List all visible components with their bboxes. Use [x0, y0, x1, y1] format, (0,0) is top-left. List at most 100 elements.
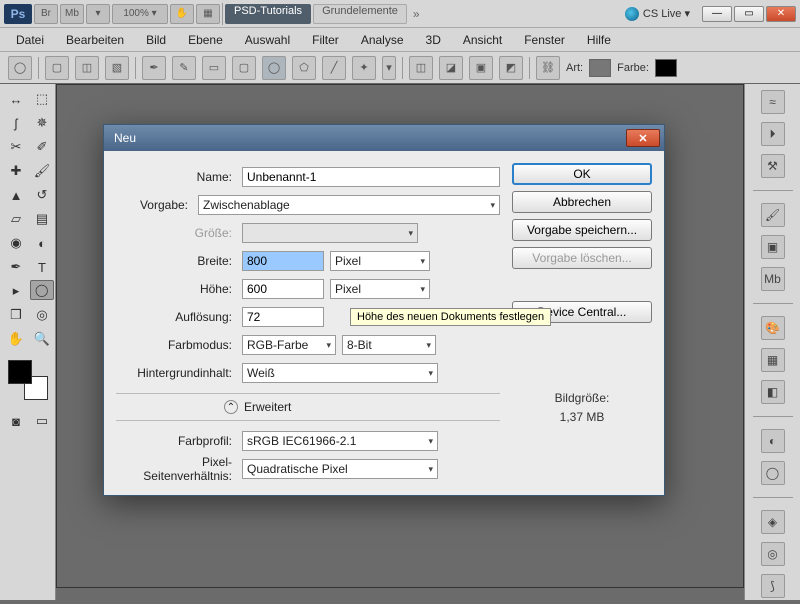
hand-tool-icon[interactable]: ✋: [4, 328, 28, 350]
combine-excl-icon[interactable]: ◩: [499, 56, 523, 80]
arrange-icon[interactable]: ▦: [196, 4, 220, 24]
brush-tool-icon[interactable]: 🖌: [30, 160, 54, 182]
shape-tool-icon[interactable]: ◯: [30, 280, 54, 300]
zoom-selector[interactable]: 100% ▾: [112, 4, 168, 24]
marquee-tool-icon[interactable]: ⬚: [30, 88, 54, 110]
type-tool-icon[interactable]: T: [30, 256, 54, 278]
history-panel-icon[interactable]: ≈: [761, 90, 785, 114]
adjust-panel-icon[interactable]: ◐: [761, 429, 785, 453]
menu-filter[interactable]: Filter: [302, 31, 349, 49]
wand-tool-icon[interactable]: ✵: [30, 112, 54, 134]
workspace-tab-grund[interactable]: Grundelemente: [313, 4, 407, 24]
swatches-panel-icon[interactable]: ▦: [761, 348, 785, 372]
freeform-pen-icon[interactable]: ✎: [172, 56, 196, 80]
bit-select[interactable]: 8-Bit▾: [342, 335, 436, 355]
history-brush-icon[interactable]: ↺: [30, 184, 54, 206]
bridge-icon[interactable]: Br: [34, 4, 58, 24]
aufloesung-input[interactable]: [242, 307, 324, 327]
gradient-tool-icon[interactable]: ▤: [30, 208, 54, 230]
dodge-tool-icon[interactable]: ◐: [30, 232, 54, 254]
fgbg-swatch[interactable]: [8, 360, 48, 400]
eraser-tool-icon[interactable]: ▱: [4, 208, 28, 230]
hoehe-input[interactable]: [242, 279, 324, 299]
vorgabe-select[interactable]: Zwischenablage▾: [198, 195, 500, 215]
shape-options-icon[interactable]: ▾: [382, 56, 396, 80]
style-swatch[interactable]: [589, 59, 611, 77]
masks-panel-icon[interactable]: ◯: [761, 461, 785, 485]
combine-int-icon[interactable]: ▣: [469, 56, 493, 80]
more-workspaces-icon[interactable]: »: [413, 7, 420, 21]
styles-panel-icon[interactable]: ◧: [761, 380, 785, 404]
blur-tool-icon[interactable]: ◉: [4, 232, 28, 254]
paths-panel-icon[interactable]: ⟆: [761, 574, 785, 598]
maximize-button[interactable]: ▭: [734, 6, 764, 22]
clone-panel-icon[interactable]: ▣: [761, 235, 785, 259]
dialog-close-button[interactable]: ✕: [626, 129, 660, 147]
pen-icon[interactable]: ✒: [142, 56, 166, 80]
channels-panel-icon[interactable]: ◎: [761, 542, 785, 566]
tool-presets-icon[interactable]: ⚒: [761, 154, 785, 178]
stamp-tool-icon[interactable]: ▲: [4, 184, 28, 206]
screenmode-icon[interactable]: ▭: [30, 410, 54, 432]
quickmask-icon[interactable]: ◙: [4, 410, 28, 432]
brushes-panel-icon[interactable]: 🖌: [761, 203, 785, 227]
color-swatch[interactable]: [655, 59, 677, 77]
shape-layers-icon[interactable]: ▢: [45, 56, 69, 80]
hand-icon[interactable]: ✋: [170, 4, 194, 24]
menu-hilfe[interactable]: Hilfe: [577, 31, 621, 49]
polygon-shape-icon[interactable]: ⬠: [292, 56, 316, 80]
abbrechen-button[interactable]: Abbrechen: [512, 191, 652, 213]
3d-tool-icon[interactable]: ❒: [4, 304, 28, 326]
farbprofil-select[interactable]: sRGB IEC61966-2.1▾: [242, 431, 438, 451]
custom-shape-icon[interactable]: ✦: [352, 56, 376, 80]
layers-panel-icon[interactable]: ◈: [761, 510, 785, 534]
hoehe-unit-select[interactable]: Pixel▾: [330, 279, 430, 299]
path-sel-tool-icon[interactable]: ▸: [4, 280, 28, 302]
pixelsv-select[interactable]: Quadratische Pixel▾: [242, 459, 438, 479]
workspace-tab-psd[interactable]: PSD-Tutorials: [225, 4, 311, 24]
line-shape-icon[interactable]: ╱: [322, 56, 346, 80]
breite-unit-select[interactable]: Pixel▾: [330, 251, 430, 271]
menu-datei[interactable]: Datei: [6, 31, 54, 49]
ok-button[interactable]: OK: [512, 163, 652, 185]
lasso-tool-icon[interactable]: ʃ: [4, 112, 28, 134]
erweitert-toggle[interactable]: ⌃Erweitert: [224, 400, 500, 414]
menu-fenster[interactable]: Fenster: [514, 31, 575, 49]
combine-add-icon[interactable]: ◫: [409, 56, 433, 80]
minimize-button[interactable]: —: [702, 6, 732, 22]
roundrect-shape-icon[interactable]: ▢: [232, 56, 256, 80]
pen-tool-icon[interactable]: ✒: [4, 256, 28, 278]
link-icon[interactable]: ⛓: [536, 56, 560, 80]
menu-3d[interactable]: 3D: [416, 31, 451, 49]
camera-tool-icon[interactable]: ◎: [30, 304, 54, 326]
actions-panel-icon[interactable]: ⏵: [761, 122, 785, 146]
menu-analyse[interactable]: Analyse: [351, 31, 414, 49]
move-tool-icon[interactable]: ↔: [4, 88, 28, 110]
hintergrund-select[interactable]: Weiß▾: [242, 363, 438, 383]
menu-bearbeiten[interactable]: Bearbeiten: [56, 31, 134, 49]
breite-input[interactable]: [242, 251, 324, 271]
menu-ebene[interactable]: Ebene: [178, 31, 233, 49]
crop-tool-icon[interactable]: ✂: [4, 136, 28, 158]
rect-shape-icon[interactable]: ▭: [202, 56, 226, 80]
name-input[interactable]: [242, 167, 500, 187]
close-button[interactable]: ✕: [766, 6, 796, 22]
shape-preset-icon[interactable]: ◯: [8, 56, 32, 80]
menu-bild[interactable]: Bild: [136, 31, 176, 49]
cslive-button[interactable]: CS Live ▾: [625, 7, 690, 21]
color-panel-icon[interactable]: 🎨: [761, 316, 785, 340]
ellipse-shape-icon[interactable]: ◯: [262, 56, 286, 80]
screen-mode-icon[interactable]: ▾: [86, 4, 110, 24]
farbmodus-select[interactable]: RGB-Farbe▾: [242, 335, 336, 355]
menu-auswahl[interactable]: Auswahl: [235, 31, 300, 49]
fill-pixels-icon[interactable]: ▧: [105, 56, 129, 80]
eyedropper-tool-icon[interactable]: ✐: [30, 136, 54, 158]
heal-tool-icon[interactable]: ✚: [4, 160, 28, 182]
dialog-titlebar[interactable]: Neu ✕: [104, 125, 664, 151]
combine-sub-icon[interactable]: ◪: [439, 56, 463, 80]
minibridge-icon[interactable]: Mb: [60, 4, 84, 24]
minibridge-panel-icon[interactable]: Mb: [761, 267, 785, 291]
menu-ansicht[interactable]: Ansicht: [453, 31, 512, 49]
save-preset-button[interactable]: Vorgabe speichern...: [512, 219, 652, 241]
zoom-tool-icon[interactable]: 🔍: [30, 328, 54, 350]
